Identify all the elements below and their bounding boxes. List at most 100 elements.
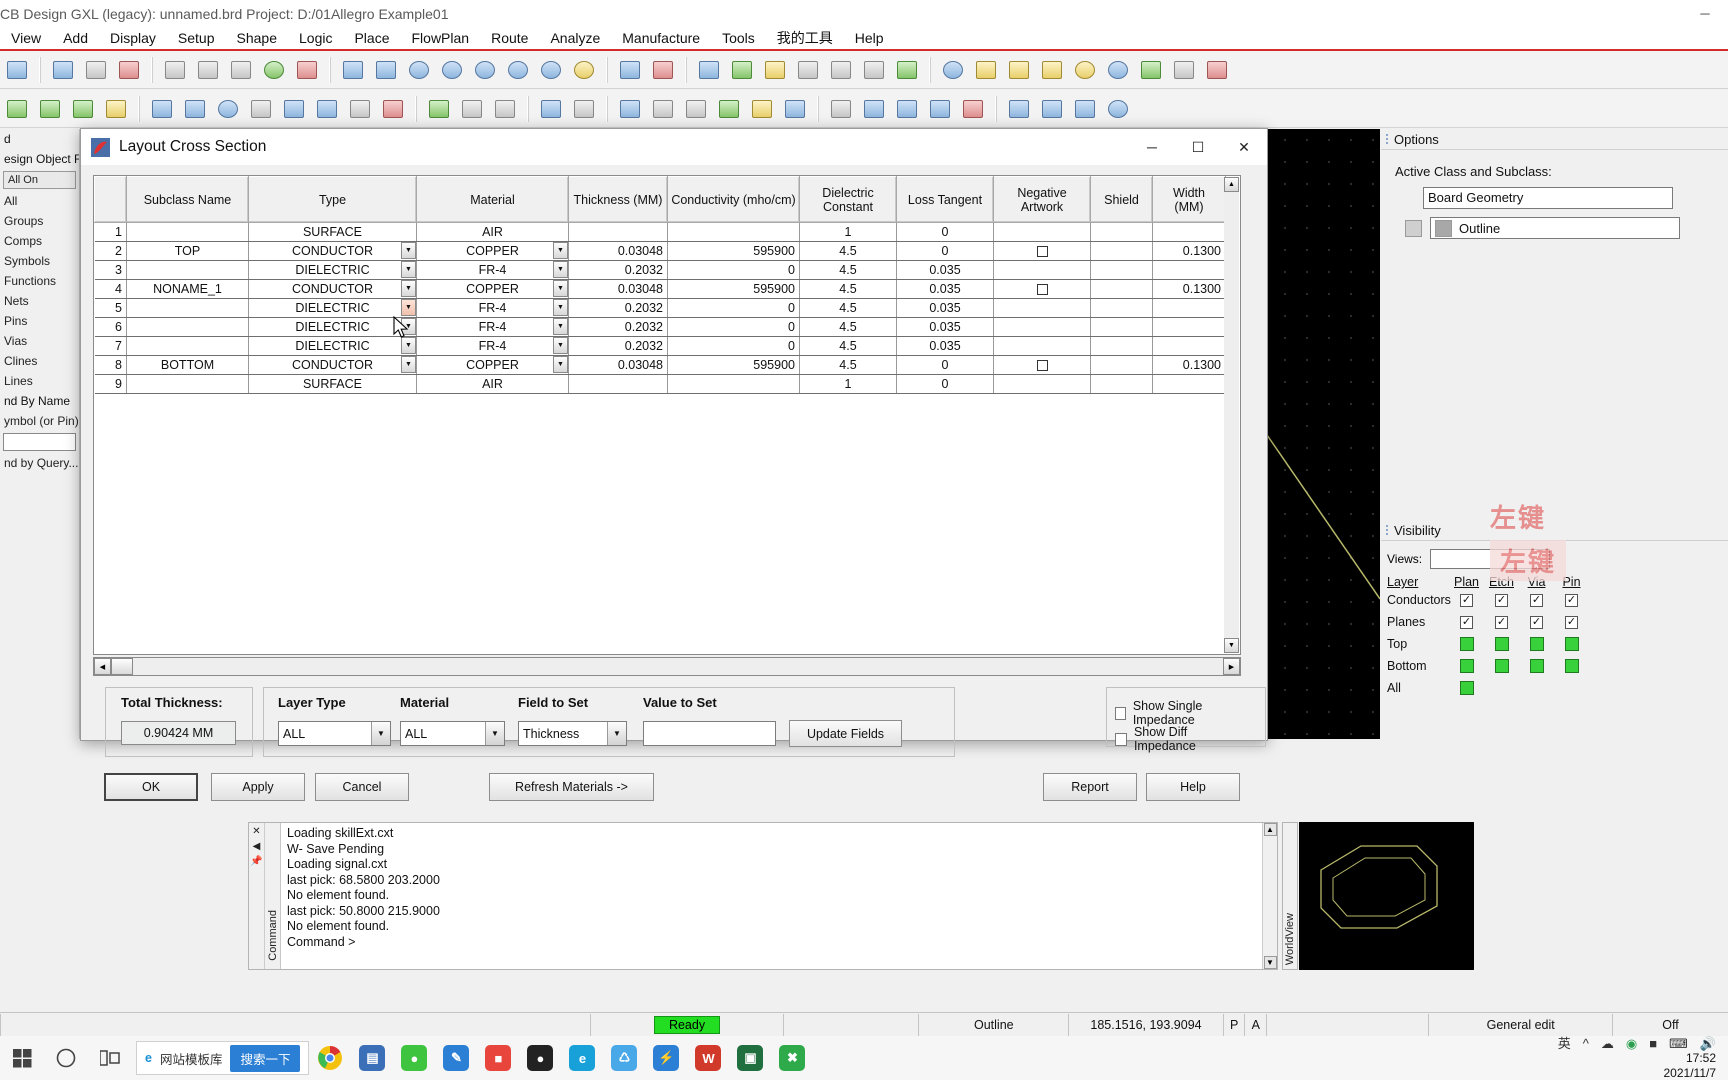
type-dropdown-icon[interactable]: ▼ (401, 356, 416, 373)
pin-icon[interactable] (292, 55, 322, 85)
find-functions[interactable]: Functions (0, 271, 79, 291)
cell-negative-artwork[interactable] (993, 336, 1091, 356)
cell-subclass-name[interactable] (126, 222, 249, 242)
redraw-icon[interactable] (226, 55, 256, 85)
si-probe-icon[interactable] (859, 94, 889, 124)
taskbar-search-box[interactable]: e 网站模板库 搜索一下 (136, 1041, 310, 1075)
table-vertical-scrollbar[interactable]: ▲ ▼ (1224, 177, 1239, 653)
cell-dielectric-constant[interactable]: 4.5 (799, 279, 897, 299)
cell-type[interactable]: CONDUCTOR ▼ (248, 241, 417, 261)
swap-icon[interactable] (457, 94, 487, 124)
find-clines[interactable]: Clines (0, 351, 79, 371)
scroll-down-icon[interactable]: ▼ (1224, 638, 1239, 653)
envelope-icon[interactable] (1070, 94, 1100, 124)
cell-loss-tangent[interactable]: 0 (896, 355, 994, 375)
ode-icon[interactable] (536, 94, 566, 124)
cell-loss-tangent[interactable]: 0.035 (896, 336, 994, 356)
cell-type[interactable]: DIELECTRIC ▼ (248, 317, 417, 337)
rect-icon[interactable] (180, 94, 210, 124)
material-dropdown-icon[interactable]: ▼ (553, 337, 568, 354)
polygon-icon[interactable] (246, 94, 276, 124)
cell-shield[interactable] (1090, 298, 1153, 318)
app-edge[interactable]: e (561, 1036, 603, 1080)
app-wechat[interactable]: ● (393, 1036, 435, 1080)
cell-width[interactable]: 0.1300 (1152, 279, 1226, 299)
table-row[interactable]: 6 DIELECTRIC ▼ FR-4 ▼ 0.2032 0 4.5 0.035 (94, 317, 1226, 337)
cell-subclass-name[interactable] (126, 317, 249, 337)
tray-chevron-icon[interactable]: ^ (1583, 1036, 1589, 1051)
tray-network-icon[interactable]: ◉ (1626, 1036, 1637, 1051)
col-thickness[interactable]: Thickness (MM) (568, 176, 668, 223)
menu-setup[interactable]: Setup (167, 30, 226, 46)
shape-add-icon[interactable] (2, 94, 32, 124)
cell-thickness[interactable]: 0.03048 (568, 279, 668, 299)
cell-negative-artwork[interactable] (993, 317, 1091, 337)
subclass-icon[interactable] (760, 55, 790, 85)
cell-shield[interactable] (1090, 279, 1153, 299)
bottom-pin-swatch[interactable] (1564, 659, 1579, 673)
route-auto-icon[interactable] (648, 94, 678, 124)
app-chrome[interactable] (309, 1036, 351, 1080)
cell-width[interactable] (1152, 374, 1226, 394)
planes-via-checkbox[interactable]: ✓ (1530, 615, 1543, 629)
table-row[interactable]: 7 DIELECTRIC ▼ FR-4 ▼ 0.2032 0 4.5 0.035 (94, 336, 1226, 356)
net-schedule-icon[interactable] (615, 94, 645, 124)
console-scroll-down-icon[interactable]: ▼ (1263, 956, 1277, 969)
cell-conductivity[interactable]: 595900 (667, 241, 800, 261)
cell-material[interactable]: FR-4 ▼ (416, 298, 569, 318)
cell-subclass-name[interactable]: NONAME_1 (126, 279, 249, 299)
find-lines[interactable]: Lines (0, 371, 79, 391)
cell-thickness[interactable]: 0.03048 (568, 241, 668, 261)
hscroll-thumb[interactable] (111, 658, 133, 675)
emi-icon[interactable] (958, 94, 988, 124)
circle-icon[interactable] (213, 94, 243, 124)
zoom-fit-icon[interactable] (338, 55, 368, 85)
refresh-materials-button[interactable]: Refresh Materials -> (489, 773, 654, 801)
spread-icon[interactable] (490, 94, 520, 124)
top-via-swatch[interactable] (1529, 637, 1544, 651)
layer-stack-icon[interactable] (793, 55, 823, 85)
cell-material[interactable]: COPPER ▼ (416, 279, 569, 299)
show-single-impedance-checkbox[interactable] (1115, 706, 1126, 720)
console-tab[interactable]: Command (265, 823, 281, 969)
negative-artwork-checkbox[interactable] (1036, 283, 1048, 295)
cell-material[interactable]: FR-4 ▼ (416, 317, 569, 337)
testprep-icon[interactable] (780, 94, 810, 124)
cell-loss-tangent[interactable]: 0 (896, 374, 994, 394)
col-index[interactable] (94, 176, 127, 223)
console-prompt[interactable]: Command > (287, 935, 1256, 951)
menu-my-tools[interactable]: 我的工具 (766, 28, 844, 48)
cell-conductivity[interactable] (667, 222, 800, 242)
cell-subclass-name[interactable]: BOTTOM (126, 355, 249, 375)
cell-thickness[interactable]: 0.2032 (568, 336, 668, 356)
shape-delete-icon[interactable] (68, 94, 98, 124)
cell-shield[interactable] (1090, 317, 1153, 337)
menu-display[interactable]: Display (99, 30, 167, 46)
type-dropdown-icon[interactable]: ▼ (401, 337, 416, 354)
cell-material[interactable]: COPPER ▼ (416, 355, 569, 375)
panel-grip-icon[interactable] (1385, 133, 1389, 145)
cell-thickness[interactable]: 0.2032 (568, 317, 668, 337)
dehighlight-icon[interactable] (1070, 55, 1100, 85)
col-type[interactable]: Type (248, 176, 417, 223)
planes-etch-checkbox[interactable]: ✓ (1495, 615, 1508, 629)
cell-subclass-name[interactable] (126, 260, 249, 280)
console-pin-icon[interactable]: 📌 (250, 856, 262, 867)
find-by-query-button[interactable]: nd by Query... (0, 453, 79, 473)
field-to-set-combo[interactable]: Thickness ▼ (518, 721, 627, 746)
bottom-etch-swatch[interactable] (1494, 659, 1509, 673)
shape-edit-icon[interactable] (35, 94, 65, 124)
cell-width[interactable] (1152, 317, 1226, 337)
cell-dielectric-constant[interactable]: 4.5 (799, 317, 897, 337)
cell-loss-tangent[interactable]: 0 (896, 222, 994, 242)
show-diff-impedance-row[interactable]: Show Diff Impedance (1115, 725, 1241, 753)
grid-toggle-icon[interactable] (694, 55, 724, 85)
app-allegro[interactable]: ▣ (729, 1036, 771, 1080)
cell-material[interactable]: COPPER ▼ (416, 241, 569, 261)
menu-view[interactable]: View (0, 30, 52, 46)
menu-analyze[interactable]: Analyze (539, 30, 611, 46)
app-qq[interactable]: ● (519, 1036, 561, 1080)
value-to-set-input[interactable] (643, 721, 776, 746)
cell-type[interactable]: SURFACE (248, 374, 417, 394)
top-pin-swatch[interactable] (1564, 637, 1579, 651)
